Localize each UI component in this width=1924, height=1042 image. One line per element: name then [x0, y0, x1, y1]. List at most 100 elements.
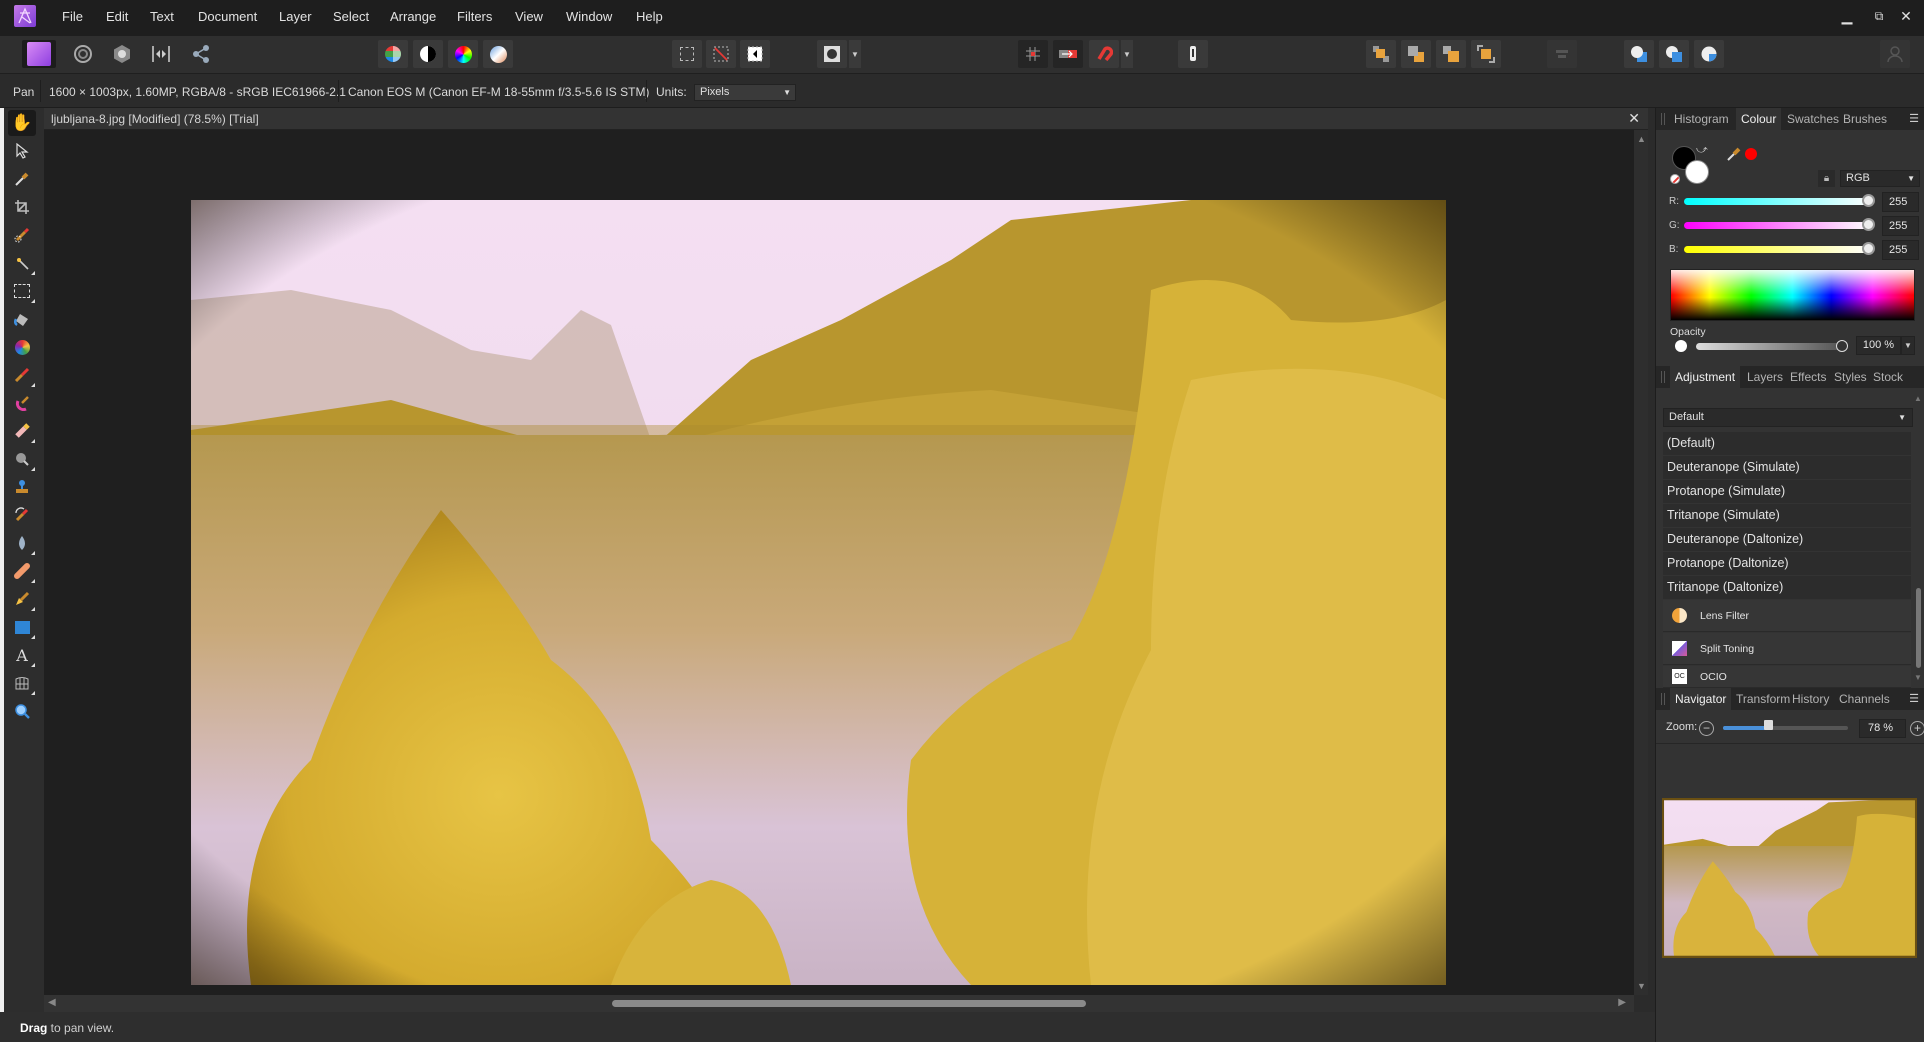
preset-item[interactable]: Deuteranope (Simulate): [1663, 456, 1911, 479]
tab-brushes[interactable]: Brushes: [1838, 108, 1892, 130]
menu-select[interactable]: Select: [333, 9, 369, 24]
panel-grip-icon[interactable]: [1661, 371, 1665, 383]
move-forward-one-button[interactable]: [1436, 40, 1466, 68]
red-slider-knob[interactable]: [1862, 194, 1875, 207]
minimize-button[interactable]: ▁: [1834, 6, 1860, 26]
export-persona-button[interactable]: [186, 40, 216, 68]
horizontal-scrollbar[interactable]: ◀ ▶: [44, 995, 1634, 1012]
auto-levels-button[interactable]: [378, 40, 408, 68]
restore-button[interactable]: ⧉: [1866, 6, 1892, 26]
canvas-area[interactable]: [44, 130, 1634, 995]
tab-swatches[interactable]: Swatches: [1782, 108, 1844, 130]
horizontal-scroll-thumb[interactable]: [612, 1000, 1086, 1007]
snapping-dropdown[interactable]: ▼: [1121, 40, 1133, 68]
dodge-brush-tool[interactable]: [8, 446, 36, 472]
boolean-add-button[interactable]: [1624, 40, 1654, 68]
clone-brush-tool[interactable]: [8, 474, 36, 500]
move-to-front-button[interactable]: [1471, 40, 1501, 68]
opacity-dropdown[interactable]: ▼: [1901, 336, 1915, 355]
opacity-value-field[interactable]: 100 %: [1856, 336, 1901, 355]
account-button[interactable]: [1880, 40, 1910, 68]
green-value-field[interactable]: 255: [1882, 216, 1919, 236]
tab-layers[interactable]: Layers: [1742, 366, 1788, 388]
blue-slider-track[interactable]: [1684, 246, 1870, 253]
vertical-scrollbar[interactable]: ▲ ▼: [1634, 130, 1648, 995]
scroll-down-arrow-icon[interactable]: ▼: [1637, 981, 1646, 991]
zoom-value-field[interactable]: 78 %: [1859, 719, 1906, 738]
adjustment-scroll-thumb[interactable]: [1916, 588, 1921, 668]
scroll-right-arrow-icon[interactable]: ▶: [1618, 997, 1626, 1008]
opacity-slider-track[interactable]: [1696, 343, 1841, 350]
scroll-up-arrow-icon[interactable]: ▲: [1914, 394, 1922, 403]
colour-mode-select[interactable]: RGB ▼: [1840, 170, 1920, 187]
colour-spectrum[interactable]: [1670, 269, 1915, 321]
tab-navigator[interactable]: Navigator: [1670, 688, 1732, 710]
lock-icon[interactable]: 🔒︎: [1818, 170, 1835, 187]
mesh-warp-tool[interactable]: [8, 670, 36, 696]
secondary-colour-well[interactable]: [1685, 160, 1709, 184]
menu-document[interactable]: Document: [198, 9, 257, 24]
preset-item[interactable]: Protanope (Daltonize): [1663, 552, 1911, 575]
quick-mask-button[interactable]: [817, 40, 847, 68]
blur-brush-tool[interactable]: [8, 530, 36, 556]
panel-grip-icon[interactable]: [1661, 693, 1665, 705]
auto-contrast-button[interactable]: [413, 40, 443, 68]
red-slider-track[interactable]: [1684, 198, 1870, 205]
gradient-tool[interactable]: [8, 334, 36, 360]
zoom-slider-knob[interactable]: [1764, 720, 1773, 730]
scroll-left-arrow-icon[interactable]: ◀: [48, 997, 56, 1008]
colour-picker-tool[interactable]: [8, 166, 36, 192]
menu-edit[interactable]: Edit: [106, 9, 128, 24]
preset-select[interactable]: Default ▼: [1663, 408, 1913, 427]
colour-picker-icon[interactable]: [1726, 146, 1742, 162]
zoom-out-button[interactable]: −: [1699, 721, 1714, 736]
marquee-selection-button[interactable]: [672, 40, 702, 68]
tab-histogram[interactable]: Histogram: [1669, 108, 1734, 130]
panel-menu-icon[interactable]: ☰: [1909, 112, 1919, 125]
units-select[interactable]: Pixels ▼: [694, 84, 796, 101]
snapping-button[interactable]: [1089, 40, 1119, 68]
grid-button[interactable]: [1018, 40, 1048, 68]
move-to-back-button[interactable]: [1366, 40, 1396, 68]
preset-item[interactable]: Protanope (Simulate): [1663, 480, 1911, 503]
navigator-thumbnail[interactable]: [1662, 798, 1917, 958]
tab-channels[interactable]: Channels: [1834, 688, 1895, 710]
assistant-button[interactable]: [1178, 40, 1208, 68]
panel-grip-icon[interactable]: [1661, 113, 1665, 125]
zoom-tool[interactable]: [8, 698, 36, 724]
red-value-field[interactable]: 255: [1882, 192, 1919, 212]
crop-tool[interactable]: [8, 194, 36, 220]
panel-menu-icon[interactable]: ☰: [1909, 692, 1919, 705]
develop-persona-button[interactable]: [107, 40, 137, 68]
tab-styles[interactable]: Styles: [1829, 366, 1872, 388]
flood-select-tool[interactable]: [8, 250, 36, 276]
undo-brush-tool[interactable]: [8, 502, 36, 528]
move-tool[interactable]: [8, 138, 36, 164]
menu-help[interactable]: Help: [636, 9, 663, 24]
menu-window[interactable]: Window: [566, 9, 612, 24]
green-slider-knob[interactable]: [1862, 218, 1875, 231]
view-tool[interactable]: ✋: [8, 110, 36, 136]
scroll-up-arrow-icon[interactable]: ▲: [1637, 134, 1646, 144]
auto-colours-button[interactable]: [448, 40, 478, 68]
healing-brush-tool[interactable]: [8, 558, 36, 584]
tab-effects[interactable]: Effects: [1785, 366, 1831, 388]
green-slider-track[interactable]: [1684, 222, 1870, 229]
swap-colours-icon[interactable]: ⤻: [1696, 144, 1708, 157]
picked-colour-swatch[interactable]: [1745, 148, 1757, 160]
menu-view[interactable]: View: [515, 9, 543, 24]
tab-adjustment[interactable]: Adjustment: [1670, 366, 1741, 388]
adjustment-item-lens-filter[interactable]: Lens Filter: [1663, 600, 1911, 632]
close-document-icon[interactable]: ✕: [1628, 110, 1640, 127]
colour-replacement-tool[interactable]: [8, 390, 36, 416]
tab-stock[interactable]: Stock: [1868, 366, 1908, 388]
tab-history[interactable]: History: [1787, 688, 1834, 710]
photo-persona-button[interactable]: [22, 40, 56, 68]
rectangle-tool[interactable]: [8, 614, 36, 640]
deselect-button[interactable]: [706, 40, 736, 68]
document-tab[interactable]: ljubljana-8.jpg [Modified] (78.5%) [Tria…: [44, 108, 1648, 130]
no-colour-icon[interactable]: [1670, 174, 1680, 184]
alignment-button[interactable]: [1547, 40, 1577, 68]
erase-brush-tool[interactable]: [8, 418, 36, 444]
move-back-one-button[interactable]: [1401, 40, 1431, 68]
